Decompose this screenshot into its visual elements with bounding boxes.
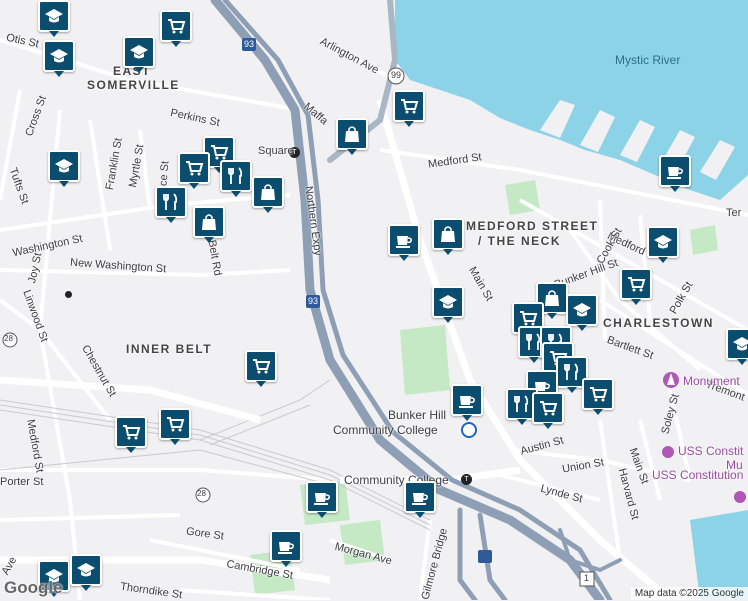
restaurant-icon[interactable] — [155, 186, 187, 223]
cart-icon[interactable] — [393, 90, 425, 127]
cafe-icon[interactable] — [451, 384, 483, 421]
school-icon[interactable] — [38, 0, 70, 37]
mystic-river-label: Mystic River — [615, 53, 681, 67]
neck-label-2: / THE NECK — [478, 234, 562, 248]
cart-icon[interactable] — [582, 378, 614, 415]
porter-st-label: Porter St — [0, 476, 44, 488]
school-icon[interactable] — [647, 226, 679, 263]
school-icon[interactable] — [432, 286, 464, 323]
shopping-bag-icon[interactable] — [193, 206, 225, 243]
route-28-shield-2: 28 — [197, 489, 206, 498]
ter-label: Ter — [726, 207, 742, 219]
cafe-icon[interactable] — [388, 224, 420, 261]
route-99-shield: 99 — [391, 70, 402, 80]
monument-label: Monument — [683, 374, 740, 388]
uss-museum-label: USS Constit — [678, 444, 744, 458]
neck-label-1: MEDFORD STREET — [466, 219, 599, 233]
east-somerville-label-2: SOMERVILLE — [87, 78, 180, 92]
shopping-bag-icon[interactable] — [432, 218, 464, 255]
school-icon[interactable] — [566, 294, 598, 331]
restaurant-icon[interactable] — [220, 160, 252, 197]
school-icon[interactable] — [70, 554, 102, 591]
school-icon[interactable] — [726, 328, 748, 365]
school-icon[interactable] — [48, 150, 80, 187]
school-icon[interactable] — [123, 36, 155, 73]
cafe-icon[interactable] — [659, 155, 691, 192]
cart-icon[interactable] — [115, 416, 147, 453]
inner-belt-label: INNER BELT — [126, 342, 213, 356]
charlestown-label: CHARLESTOWN — [603, 316, 714, 330]
route-93-shield-2: 93 — [308, 296, 319, 306]
cart-icon[interactable] — [245, 350, 277, 387]
route-93-shield: 93 — [244, 39, 255, 49]
cart-icon[interactable] — [159, 408, 191, 445]
route-1-shield: 1 — [584, 573, 590, 583]
sullivan-square-label: Square — [258, 145, 294, 157]
cart-icon[interactable] — [620, 268, 652, 305]
bhcc-label-1: Bunker Hill — [388, 408, 447, 422]
school-icon[interactable] — [43, 40, 75, 77]
shopping-bag-icon[interactable] — [336, 118, 368, 155]
transit-icon[interactable]: T — [461, 474, 472, 485]
cart-icon[interactable] — [178, 152, 210, 189]
google-logo: Google — [4, 578, 63, 597]
cart-icon[interactable] — [160, 10, 192, 47]
cart-icon[interactable] — [532, 392, 564, 429]
route-28-shield: 28 — [4, 334, 13, 343]
attribution: Map data ©2025 Google — [630, 587, 748, 600]
shopping-bag-icon[interactable] — [252, 176, 284, 213]
park — [400, 325, 450, 395]
cafe-icon[interactable] — [270, 530, 302, 567]
bhcc-label-2: Community College — [333, 423, 438, 437]
transit-icon[interactable] — [65, 291, 72, 298]
uss-constitution-label: USS Constitution — [652, 468, 744, 482]
cafe-icon[interactable] — [404, 481, 436, 518]
cafe-icon[interactable] — [306, 481, 338, 518]
